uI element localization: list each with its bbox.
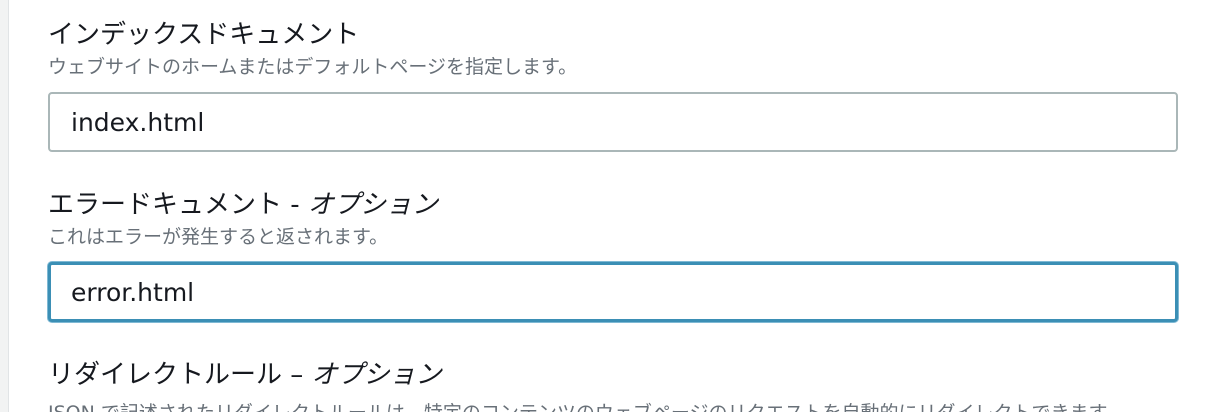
error-document-label: エラードキュメント - オプション	[48, 188, 1220, 222]
error-document-input[interactable]	[48, 262, 1178, 322]
redirect-rules-label-text: リダイレクトルール –	[48, 360, 312, 390]
error-document-optional-tag: オプション	[307, 190, 438, 220]
index-document-input[interactable]	[48, 92, 1178, 152]
index-document-label: インデックスドキュメント	[48, 18, 1220, 52]
redirect-rules-optional-tag: オプション	[311, 360, 442, 390]
static-website-hosting-form: インデックスドキュメント ウェブサイトのホームまたはデフォルトページを指定します…	[0, 0, 1220, 412]
index-document-field: インデックスドキュメント ウェブサイトのホームまたはデフォルトページを指定します…	[48, 18, 1220, 152]
index-document-description: ウェブサイトのホームまたはデフォルトページを指定します。	[48, 56, 578, 78]
error-document-field: エラードキュメント - オプション これはエラーが発生すると返されます。	[48, 188, 1220, 322]
error-document-description: これはエラーが発生すると返されます。	[48, 226, 389, 248]
index-document-label-text: インデックスドキュメント	[48, 20, 360, 50]
redirect-rules-description: JSON で記述されたリダイレクトルールは、特定のコンテンツのウェブページのリク…	[48, 400, 1220, 412]
left-divider	[0, 0, 9, 412]
error-document-label-text: エラードキュメント -	[48, 190, 308, 220]
redirect-rules-label: リダイレクトルール – オプション	[48, 358, 1220, 392]
redirect-rules-field: リダイレクトルール – オプション JSON で記述されたリダイレクトルールは、…	[48, 358, 1220, 412]
